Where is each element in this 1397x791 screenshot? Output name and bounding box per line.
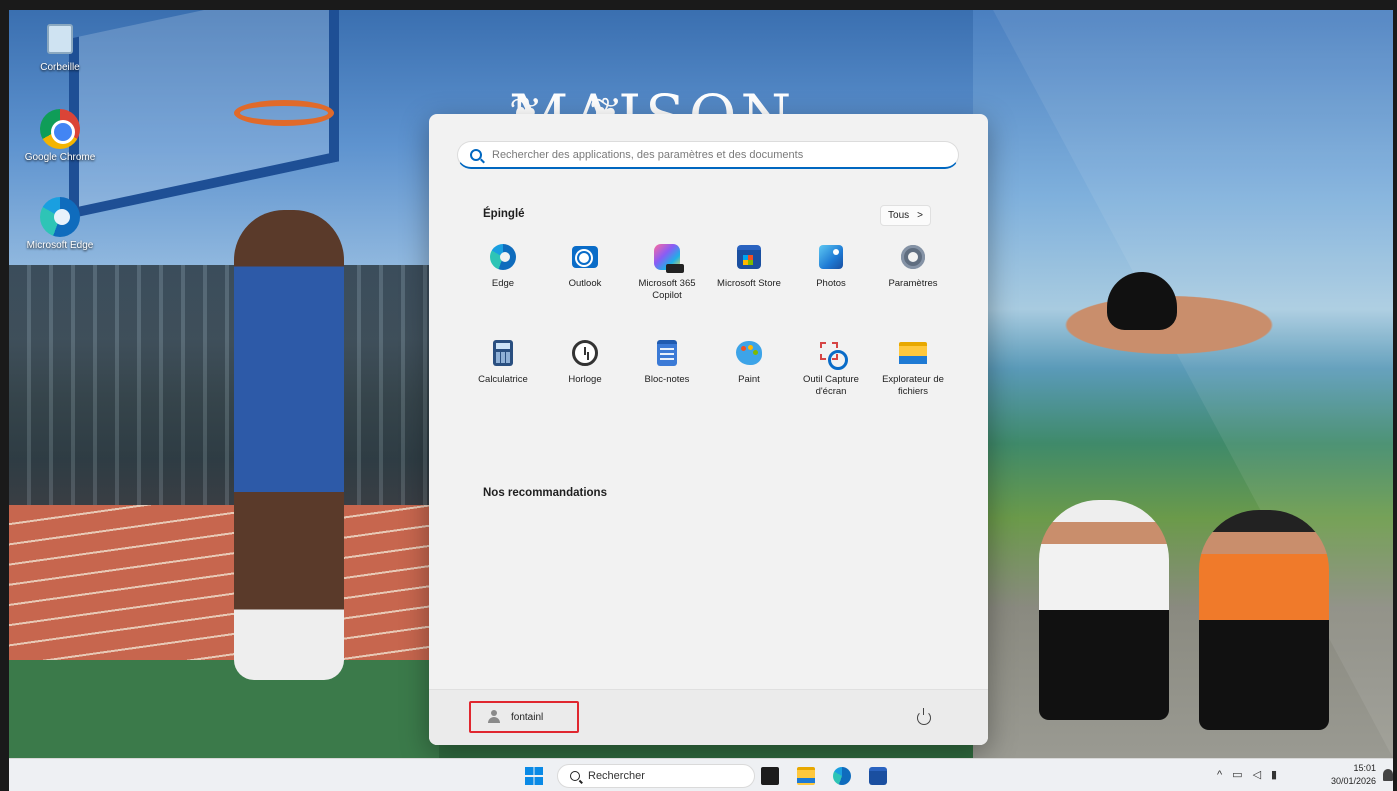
edge-icon — [490, 244, 516, 270]
photos-icon — [819, 245, 843, 269]
recycle-bin-icon — [47, 24, 73, 54]
user-account-button[interactable]: fontainl — [469, 701, 579, 733]
pinned-app-calculator[interactable]: Calculatrice — [462, 338, 544, 418]
pinned-app-label: Photos — [816, 278, 846, 289]
wallpaper-hoop — [234, 100, 334, 126]
recommendations-section-title: Nos recommandations — [483, 487, 607, 499]
calculator-icon — [493, 340, 513, 366]
taskbar-store-icon[interactable] — [869, 767, 887, 785]
chrome-icon — [40, 109, 80, 149]
outlook-icon — [572, 246, 598, 268]
pinned-app-label: Explorateur de fichiers — [882, 374, 944, 397]
pinned-app-label: Outlook — [568, 278, 602, 289]
taskbar: Rechercher ^ ▭ ◁ ▮ 15:01 30/01/2026 — [9, 758, 1393, 791]
taskbar-edge-icon[interactable] — [833, 767, 851, 785]
pinned-app-label: Outil Capture d'écran — [803, 374, 859, 397]
store-icon — [737, 245, 761, 269]
desktop-icon-label: Corbeille — [40, 62, 80, 73]
clock-date: 30/01/2026 — [1330, 776, 1376, 786]
copilot-icon — [654, 244, 684, 273]
user-name: fontainl — [511, 711, 544, 723]
pinned-app-label: Microsoft Store — [717, 278, 781, 289]
all-apps-button[interactable]: Tous > — [880, 205, 931, 226]
taskbar-file-explorer-icon[interactable] — [797, 767, 815, 785]
pinned-app-label: Paramètres — [888, 278, 938, 289]
search-icon — [570, 771, 580, 781]
wallpaper-basketball-player — [234, 210, 344, 680]
notepad-icon — [657, 340, 677, 366]
wallpaper-stadium — [9, 265, 439, 505]
battery-icon[interactable]: ▮ — [1271, 768, 1277, 781]
pinned-app-clock[interactable]: Horloge — [544, 338, 626, 418]
pinned-app-edge[interactable]: Edge — [462, 242, 544, 322]
taskbar-terminal-icon[interactable] — [761, 767, 779, 785]
pinned-app-outlook[interactable]: Outlook — [544, 242, 626, 322]
desktop-icon-label: Microsoft Edge — [26, 240, 94, 251]
pinned-app-label: Paint — [738, 374, 760, 385]
desktop-icon-chrome[interactable]: Google Chrome — [19, 108, 101, 163]
pinned-app-settings[interactable]: Paramètres — [872, 242, 954, 322]
paint-icon — [736, 341, 762, 365]
pinned-app-label: Horloge — [568, 374, 602, 385]
pinned-app-notepad[interactable]: Bloc-notes — [626, 338, 708, 418]
pinned-app-label: Calculatrice — [478, 374, 528, 385]
pinned-app-label: Microsoft 365 Copilot — [638, 278, 696, 301]
edge-icon — [40, 197, 80, 237]
system-tray: ^ ▭ ◁ ▮ — [1217, 768, 1277, 782]
tray-chevron-up-icon[interactable]: ^ — [1217, 769, 1222, 781]
pinned-app-copilot[interactable]: Microsoft 365 Copilot — [626, 242, 708, 322]
pinned-section-title: Épinglé — [483, 208, 525, 220]
all-apps-label: Tous — [888, 210, 910, 221]
taskbar-search[interactable]: Rechercher — [557, 764, 755, 788]
pinned-app-paint[interactable]: Paint — [708, 338, 790, 418]
desktop-icon-label: Google Chrome — [24, 152, 96, 163]
desktop-icon-edge[interactable]: Microsoft Edge — [19, 196, 101, 251]
pinned-app-label: Bloc-notes — [644, 374, 690, 385]
start-search-box[interactable] — [457, 141, 959, 169]
notification-bell-icon[interactable] — [1383, 769, 1393, 781]
taskbar-search-label: Rechercher — [588, 770, 645, 782]
windows-start-icon[interactable] — [525, 767, 543, 785]
snipping-tool-icon — [818, 340, 848, 370]
wallpaper-wheelchair-athlete — [1199, 510, 1329, 730]
volume-icon[interactable]: ◁ — [1253, 768, 1261, 781]
network-icon[interactable]: ▭ — [1232, 768, 1242, 781]
file-explorer-icon — [899, 342, 927, 364]
chevron-right-icon: > — [917, 210, 923, 221]
pinned-app-store[interactable]: Microsoft Store — [708, 242, 790, 322]
start-menu: Épinglé Tous > Edge Outlook Microsoft 36… — [429, 114, 988, 745]
wallpaper-wheelchair-athlete — [1039, 500, 1169, 720]
clock-icon — [572, 340, 598, 366]
taskbar-clock[interactable]: 15:01 30/01/2026 — [1322, 762, 1376, 788]
pinned-app-label: Edge — [491, 278, 515, 289]
user-avatar-icon — [487, 710, 501, 724]
pinned-app-file-explorer[interactable]: Explorateur de fichiers — [872, 338, 954, 418]
pinned-apps-grid: Edge Outlook Microsoft 365 Copilot Micro… — [462, 242, 954, 418]
settings-gear-icon — [901, 245, 925, 269]
search-icon — [470, 148, 482, 161]
wallpaper-grass — [9, 660, 439, 758]
start-footer: fontainl — [429, 689, 988, 745]
pinned-app-snipping-tool[interactable]: Outil Capture d'écran — [790, 338, 872, 418]
pinned-app-photos[interactable]: Photos — [790, 242, 872, 322]
desktop-icon-recycle-bin[interactable]: Corbeille — [19, 18, 101, 73]
clock-time: 15:01 — [1353, 763, 1376, 773]
start-search-input[interactable] — [492, 148, 932, 161]
wallpaper-track — [9, 505, 439, 665]
power-icon[interactable] — [917, 708, 931, 725]
